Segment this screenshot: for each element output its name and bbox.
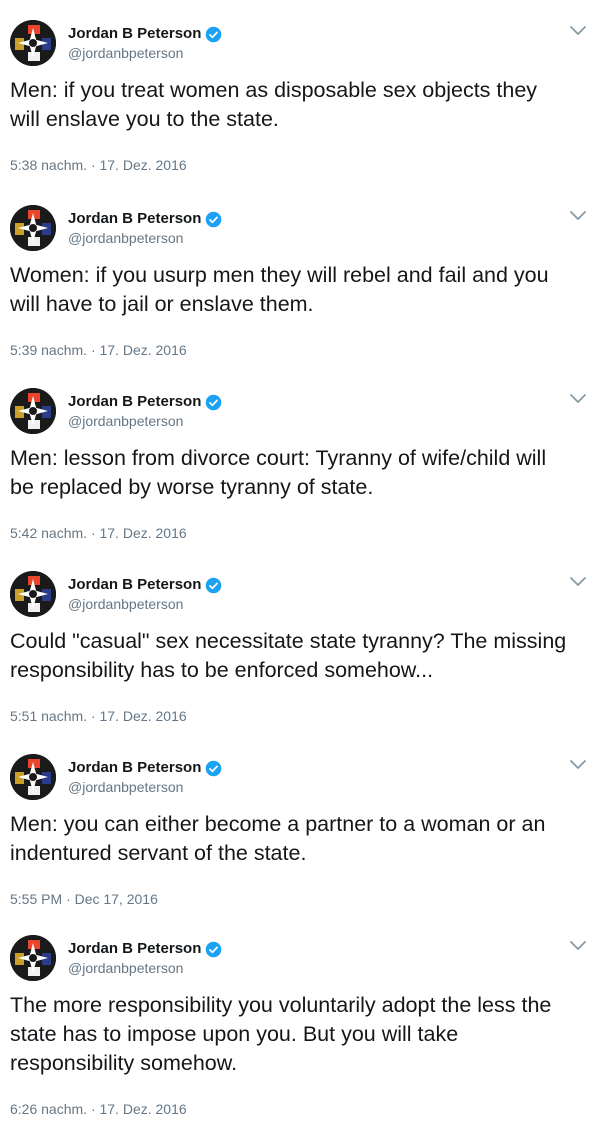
- chevron-down-icon[interactable]: [568, 758, 588, 772]
- author-name[interactable]: Jordan B Peterson: [68, 939, 201, 959]
- verified-badge-icon: [206, 760, 222, 776]
- tweet-timestamp[interactable]: 5:42 nachm. · 17. Dez. 2016: [10, 524, 187, 542]
- avatar[interactable]: [10, 935, 56, 981]
- tweet-text: Men: if you treat women as disposable se…: [10, 78, 538, 131]
- chevron-down-icon[interactable]: [568, 209, 588, 223]
- tweet-timestamp[interactable]: 5:39 nachm. · 17. Dez. 2016: [10, 341, 187, 359]
- tweet-text: The more responsibility you voluntarily …: [10, 993, 552, 1075]
- tweet-timestamp[interactable]: 5:55 PM · Dec 17, 2016: [10, 890, 158, 908]
- author-row: Jordan B Peterson: [68, 939, 222, 959]
- author-row: Jordan B Peterson: [68, 209, 222, 229]
- author-handle[interactable]: @jordanbpeterson: [68, 229, 183, 247]
- tweet-text: Could "casual" sex necessitate state tyr…: [10, 629, 567, 682]
- verified-badge-icon: [206, 577, 222, 593]
- avatar[interactable]: [10, 388, 56, 434]
- author-name[interactable]: Jordan B Peterson: [68, 392, 201, 412]
- tweet-text: Men: lesson from divorce court: Tyranny …: [10, 446, 547, 499]
- avatar[interactable]: [10, 754, 56, 800]
- author-row: Jordan B Peterson: [68, 575, 222, 595]
- author-handle[interactable]: @jordanbpeterson: [68, 412, 183, 430]
- verified-badge-icon: [206, 26, 222, 42]
- chevron-down-icon[interactable]: [568, 575, 588, 589]
- author-handle[interactable]: @jordanbpeterson: [68, 595, 183, 613]
- author-name[interactable]: Jordan B Peterson: [68, 24, 201, 44]
- chevron-down-icon[interactable]: [568, 939, 588, 953]
- author-handle[interactable]: @jordanbpeterson: [68, 959, 183, 977]
- avatar[interactable]: [10, 205, 56, 251]
- author-row: Jordan B Peterson: [68, 758, 222, 778]
- tweet-text: Men: you can either become a partner to …: [10, 812, 546, 865]
- author-handle[interactable]: @jordanbpeterson: [68, 778, 183, 796]
- author-name[interactable]: Jordan B Peterson: [68, 575, 201, 595]
- author-name[interactable]: Jordan B Peterson: [68, 758, 201, 778]
- tweet-timestamp[interactable]: 6:26 nachm. · 17. Dez. 2016: [10, 1100, 187, 1118]
- author-handle[interactable]: @jordanbpeterson: [68, 44, 183, 62]
- avatar[interactable]: [10, 571, 56, 617]
- tweet-timestamp[interactable]: 5:51 nachm. · 17. Dez. 2016: [10, 707, 187, 725]
- author-row: Jordan B Peterson: [68, 24, 222, 44]
- author-name[interactable]: Jordan B Peterson: [68, 209, 201, 229]
- chevron-down-icon[interactable]: [568, 392, 588, 406]
- author-row: Jordan B Peterson: [68, 392, 222, 412]
- avatar[interactable]: [10, 20, 56, 66]
- verified-badge-icon: [206, 941, 222, 957]
- tweet-text: Women: if you usurp men they will rebel …: [10, 263, 549, 316]
- chevron-down-icon[interactable]: [568, 24, 588, 38]
- verified-badge-icon: [206, 394, 222, 410]
- verified-badge-icon: [206, 211, 222, 227]
- tweet-timestamp[interactable]: 5:38 nachm. · 17. Dez. 2016: [10, 156, 187, 174]
